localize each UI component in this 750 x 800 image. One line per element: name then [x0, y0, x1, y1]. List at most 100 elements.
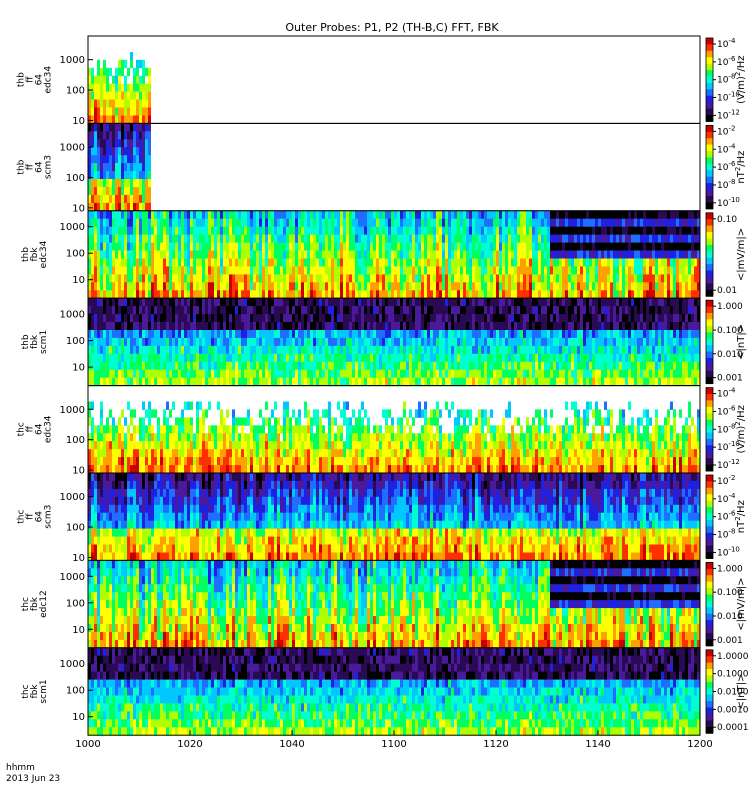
- spectrogram-cell: [400, 242, 403, 251]
- spectrogram-cell: [334, 345, 337, 355]
- spectrogram-cell: [163, 210, 166, 220]
- spectrogram-cell: [397, 274, 400, 283]
- spectrogram-cell: [463, 226, 466, 236]
- spectrogram-cell: [523, 290, 526, 299]
- spectrogram-cell: [313, 314, 316, 323]
- spectrogram-cell: [178, 369, 181, 379]
- spectrogram-cell: [559, 258, 562, 267]
- spectrogram-cell: [145, 250, 148, 259]
- spectrogram-cell: [547, 226, 550, 236]
- spectrogram-cell: [553, 330, 556, 339]
- spectrogram-cell: [463, 234, 466, 243]
- spectrogram-cell: [475, 377, 478, 387]
- spectrogram-cell: [295, 266, 298, 275]
- spectrogram-cell: [331, 242, 334, 251]
- spectrogram-cell: [454, 322, 457, 331]
- spectrogram-cell: [655, 377, 658, 387]
- spectrogram-cell: [571, 218, 574, 228]
- spectrogram-cell: [655, 242, 658, 251]
- spectrogram-cell: [166, 322, 169, 331]
- spectrogram-cell: [142, 234, 145, 243]
- spectrogram-cell: [688, 322, 691, 331]
- spectrogram-cell: [664, 314, 667, 323]
- spectrogram-cell: [133, 345, 136, 355]
- spectrogram-cell: [106, 83, 109, 93]
- spectrogram-cell: [139, 377, 142, 387]
- y-tick-label: 1000: [60, 222, 85, 233]
- spectrogram-cell: [541, 258, 544, 267]
- spectrogram-cell: [376, 314, 379, 323]
- spectrogram-cell: [604, 234, 607, 243]
- spectrogram-cell: [430, 337, 433, 347]
- spectrogram-cell: [667, 242, 670, 251]
- spectrogram-cell: [478, 242, 481, 251]
- spectrogram-cell: [301, 353, 304, 363]
- spectrogram-cell: [322, 345, 325, 355]
- spectrogram-cell: [244, 361, 247, 371]
- spectrogram-cell: [118, 75, 121, 85]
- spectrogram-cell: [610, 234, 613, 243]
- spectrogram-cell: [412, 298, 415, 307]
- spectrogram-cell: [259, 250, 262, 259]
- spectrogram-cell: [499, 314, 502, 323]
- spectrogram-cell: [661, 377, 664, 387]
- spectrogram-cell: [604, 274, 607, 283]
- spectrogram-cell: [676, 322, 679, 331]
- spectrogram-cell: [493, 377, 496, 387]
- spectrogram-cell: [598, 250, 601, 259]
- spectrogram-cell: [358, 210, 361, 220]
- spectrogram-cell: [193, 266, 196, 275]
- spectrogram-cell: [430, 290, 433, 299]
- spectrogram-cell: [676, 337, 679, 347]
- spectrogram-cell: [349, 210, 352, 220]
- spectrogram-cell: [487, 234, 490, 243]
- spectrogram-cell: [322, 274, 325, 283]
- spectrogram-cell: [607, 234, 610, 243]
- spectrogram-cell: [493, 337, 496, 347]
- spectrogram-cell: [190, 210, 193, 220]
- spectrogram-cell: [667, 218, 670, 228]
- spectrogram-cell: [403, 234, 406, 243]
- spectrogram-cell: [430, 369, 433, 379]
- spectrogram-cell: [310, 266, 313, 275]
- spectrogram-cell: [163, 242, 166, 251]
- spectrogram-cell: [502, 353, 505, 363]
- spectrogram-cell: [481, 290, 484, 299]
- panel-label: thb fbk edc34: [21, 240, 49, 268]
- spectrogram-cell: [124, 83, 127, 93]
- spectrogram-cell: [535, 290, 538, 299]
- spectrogram-cell: [142, 282, 145, 291]
- spectrogram-cell: [214, 210, 217, 220]
- spectrogram-cell: [457, 210, 460, 220]
- spectrogram-cell: [136, 171, 139, 180]
- spectrogram-cell: [619, 266, 622, 275]
- spectrogram-cell: [427, 258, 430, 267]
- spectrogram-cell: [199, 250, 202, 259]
- spectrogram-cell: [652, 369, 655, 379]
- spectrogram-cell: [634, 330, 637, 339]
- spectrogram-cell: [658, 306, 661, 315]
- spectrogram-cell: [364, 250, 367, 259]
- spectrogram-cell: [664, 306, 667, 315]
- spectrogram-cell: [694, 330, 697, 339]
- spectrogram-cell: [439, 250, 442, 259]
- spectrogram-cell: [448, 322, 451, 331]
- spectrogram-cell: [460, 337, 463, 347]
- spectrogram-cell: [187, 353, 190, 363]
- spectrogram-cell: [571, 226, 574, 236]
- spectrogram-cell: [445, 266, 448, 275]
- spectrogram-cell: [106, 171, 109, 180]
- spectrogram-cell: [202, 250, 205, 259]
- spectrogram-cell: [319, 218, 322, 228]
- spectrogram-cell: [160, 218, 163, 228]
- spectrogram-cell: [91, 147, 94, 156]
- spectrogram-cell: [658, 377, 661, 387]
- spectrogram-cell: [442, 274, 445, 283]
- spectrogram-cell: [535, 361, 538, 371]
- spectrogram-cell: [391, 226, 394, 236]
- spectrogram-cell: [145, 226, 148, 236]
- spectrogram-cell: [178, 306, 181, 315]
- spectrogram-cell: [112, 171, 115, 180]
- spectrogram-cell: [394, 210, 397, 220]
- spectrogram-cell: [256, 377, 259, 387]
